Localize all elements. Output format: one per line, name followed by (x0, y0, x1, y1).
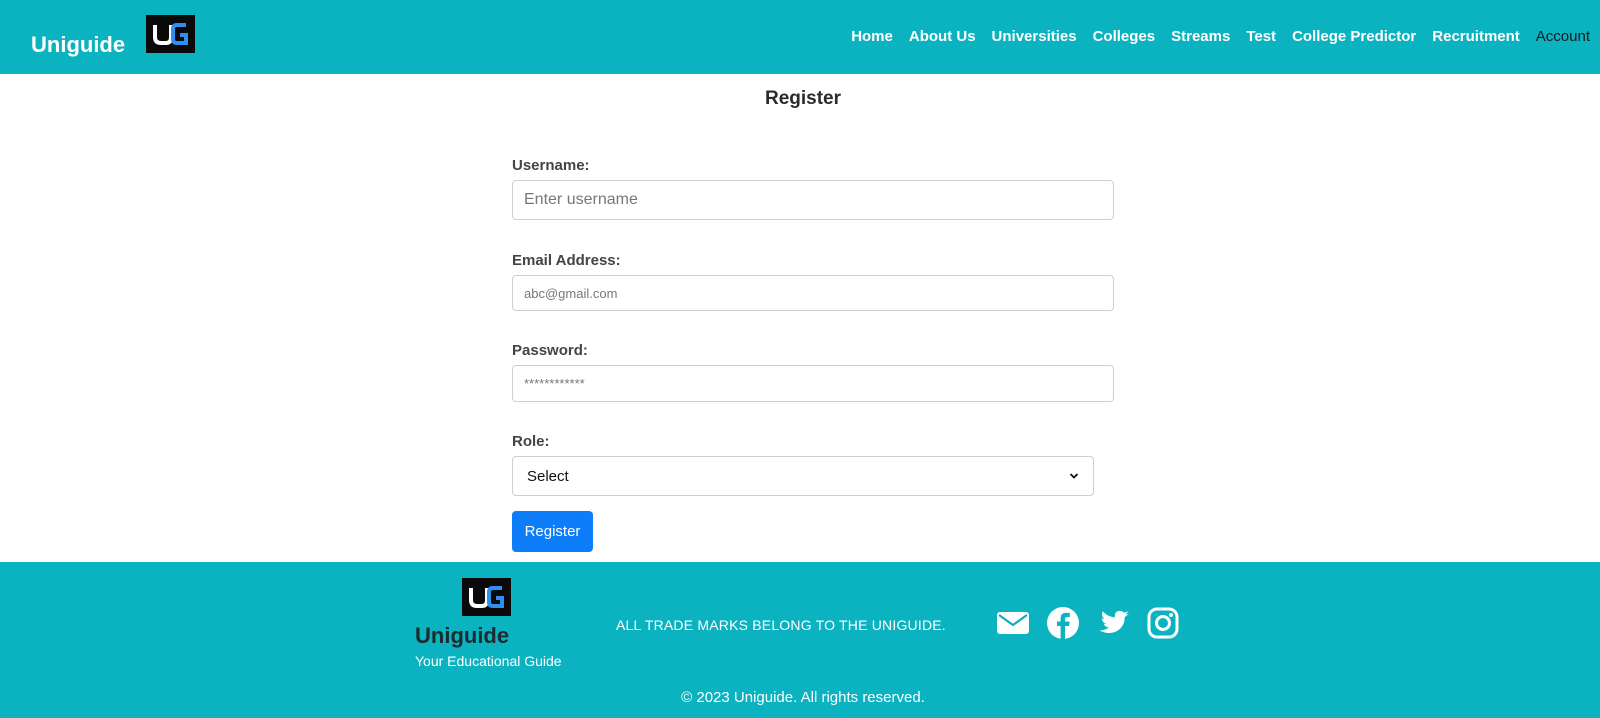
email-label: Email Address: (512, 252, 621, 269)
email-input[interactable] (512, 275, 1114, 311)
twitter-icon[interactable] (1096, 606, 1130, 640)
role-select-value: Select (527, 467, 569, 485)
nav-college-predictor[interactable]: College Predictor (1292, 26, 1416, 48)
nav-home[interactable]: Home (851, 26, 893, 48)
username-input[interactable] (512, 180, 1114, 220)
footer-brand: Uniguide (415, 623, 510, 648)
footer-copyright: © 2023 Uniguide. All rights reserved. (681, 689, 925, 706)
nav-streams[interactable]: Streams (1171, 26, 1230, 48)
nav-universities[interactable]: Universities (992, 26, 1077, 48)
role-select[interactable]: Select (512, 456, 1094, 496)
role-label: Role: (512, 433, 550, 450)
username-label: Username: (512, 157, 590, 174)
page-title: Register (764, 88, 842, 109)
footer-trademark: ALL TRADE MARKS BELONG TO THE UNIGUIDE. (616, 617, 946, 633)
nav-account[interactable]: Account (1536, 26, 1590, 48)
envelope-icon[interactable] (996, 606, 1030, 640)
nav-colleges[interactable]: Colleges (1093, 26, 1156, 48)
footer: Uniguide Your Educational Guide ALL TRAD… (0, 562, 1600, 718)
uniguide-logo-icon[interactable] (146, 15, 195, 53)
nav-about-us[interactable]: About Us (909, 26, 976, 48)
brand-name[interactable]: Uniguide (31, 31, 125, 59)
footer-tagline: Your Educational Guide (415, 653, 562, 669)
uniguide-logo-icon (462, 578, 511, 616)
register-button[interactable]: Register (512, 511, 593, 552)
top-navbar: Uniguide Home About Us Universities Coll… (0, 0, 1600, 74)
main-nav: Home About Us Universities Colleges Stre… (835, 26, 1590, 48)
facebook-icon[interactable] (1046, 606, 1080, 640)
password-label: Password: (512, 342, 588, 359)
instagram-icon[interactable] (1146, 606, 1180, 640)
chevron-down-icon (1069, 473, 1079, 479)
social-links (996, 606, 1196, 640)
nav-test[interactable]: Test (1246, 26, 1276, 48)
password-input[interactable] (512, 365, 1114, 402)
nav-recruitment[interactable]: Recruitment (1432, 26, 1520, 48)
